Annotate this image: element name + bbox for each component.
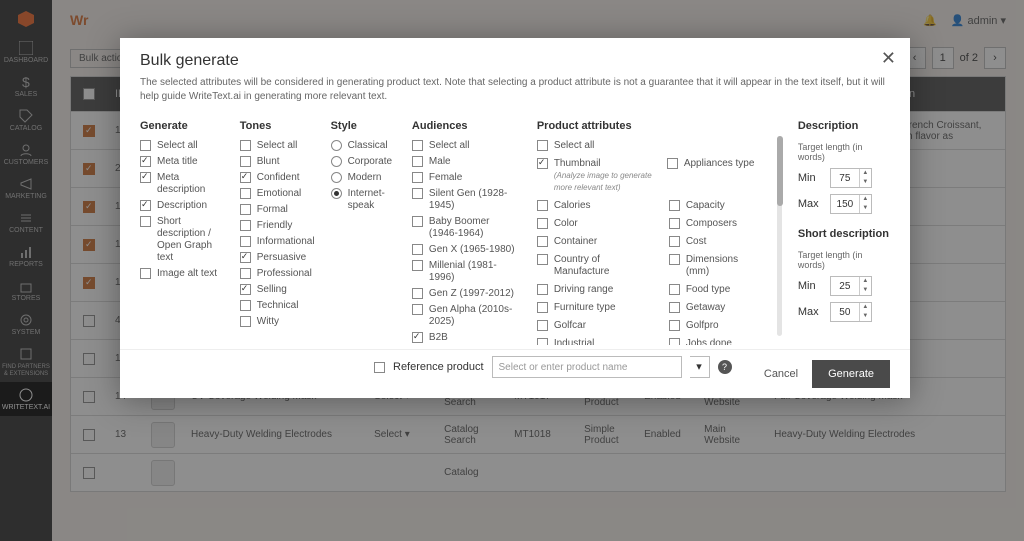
option-confident[interactable]: Confident [240, 170, 315, 186]
option-industrial[interactable]: Industrial [537, 336, 657, 345]
short-desc-heading: Short description [798, 228, 890, 240]
option-select-all[interactable]: Select all [412, 138, 521, 154]
target-length-label: Target length (in words) [798, 142, 890, 162]
stepper-up[interactable]: ▲ [860, 277, 871, 286]
description-heading: Description [798, 120, 890, 132]
stepper-down[interactable]: ▼ [860, 286, 871, 295]
option-modern[interactable]: Modern [331, 170, 396, 186]
option-calories[interactable]: Calories [537, 198, 657, 214]
option-food-type[interactable]: Food type [669, 282, 754, 298]
option-description[interactable]: Description [140, 198, 224, 214]
option-getaway[interactable]: Getaway [669, 300, 754, 316]
help-icon[interactable]: ? [718, 360, 732, 374]
attr-appliances-type[interactable]: Appliances type [667, 156, 757, 172]
bulk-generate-modal: ✕ Bulk generate The selected attributes … [120, 38, 910, 398]
short-max-input[interactable]: 50▲▼ [830, 302, 872, 322]
option-gen-alpha-2010s-2025-[interactable]: Gen Alpha (2010s-2025) [412, 302, 521, 330]
audiences-column: Audiences Select allMaleFemaleSilent Gen… [412, 120, 521, 345]
close-icon[interactable]: ✕ [881, 48, 896, 69]
short-target-label: Target length (in words) [798, 250, 890, 270]
option-b2b[interactable]: B2B [412, 330, 521, 346]
option-selling[interactable]: Selling [240, 282, 315, 298]
option-millenial-1981-1996-[interactable]: Millenial (1981-1996) [412, 258, 521, 286]
tones-column: Tones Select allBluntConfidentEmotionalF… [240, 120, 315, 345]
generate-heading: Generate [140, 120, 224, 132]
modal-title: Bulk generate [140, 52, 890, 70]
audiences-heading: Audiences [412, 120, 521, 132]
attrs-select-all[interactable]: Select all [537, 138, 757, 154]
stepper-up[interactable]: ▲ [860, 169, 871, 178]
description-column: Description Target length (in words) Min… [798, 120, 890, 345]
option-blunt[interactable]: Blunt [240, 154, 315, 170]
option-male[interactable]: Male [412, 154, 521, 170]
option-capacity[interactable]: Capacity [669, 198, 754, 214]
option-female[interactable]: Female [412, 170, 521, 186]
option-meta-description[interactable]: Meta description [140, 170, 224, 198]
style-heading: Style [331, 120, 396, 132]
attr-thumbnail[interactable]: Thumbnail(Analyze image to generate more… [537, 156, 657, 196]
generate-button[interactable]: Generate [812, 360, 890, 388]
option-professional[interactable]: Professional [240, 266, 315, 282]
option-furniture-type[interactable]: Furniture type [537, 300, 657, 316]
option-baby-boomer-1946-1964-[interactable]: Baby Boomer (1946-1964) [412, 214, 521, 242]
option-driving-range[interactable]: Driving range [537, 282, 657, 298]
attributes-column: Product attributes Select all Thumbnail(… [537, 120, 757, 345]
option-classical[interactable]: Classical [331, 138, 396, 154]
option-corporate[interactable]: Corporate [331, 154, 396, 170]
option-witty[interactable]: Witty [240, 314, 315, 330]
option-formal[interactable]: Formal [240, 202, 315, 218]
option-country-of-manufacture[interactable]: Country of Manufacture [537, 252, 657, 280]
stepper-up[interactable]: ▲ [860, 195, 871, 204]
option-silent-gen-1928-1945-[interactable]: Silent Gen (1928-1945) [412, 186, 521, 214]
option-golfpro[interactable]: Golfpro [669, 318, 754, 334]
attributes-heading: Product attributes [537, 120, 757, 132]
min-label: Min [798, 172, 822, 184]
stepper-down[interactable]: ▼ [860, 312, 871, 321]
option-container[interactable]: Container [537, 234, 657, 250]
option-gen-z-1997-2012-[interactable]: Gen Z (1997-2012) [412, 286, 521, 302]
reference-product-row: Reference product Select or enter produc… [374, 356, 732, 378]
option-friendly[interactable]: Friendly [240, 218, 315, 234]
short-min-input[interactable]: 25▲▼ [830, 276, 872, 296]
reference-product-select[interactable]: Select or enter product name [492, 356, 682, 378]
option-technical[interactable]: Technical [240, 298, 315, 314]
modal-description: The selected attributes will be consider… [140, 76, 890, 104]
option-short-description-open-graph-text[interactable]: Short description / Open Graph text [140, 214, 224, 266]
tones-heading: Tones [240, 120, 315, 132]
option-cost[interactable]: Cost [669, 234, 754, 250]
cancel-button[interactable]: Cancel [764, 368, 798, 380]
stepper-up[interactable]: ▲ [860, 303, 871, 312]
desc-max-input[interactable]: 150▲▼ [830, 194, 872, 214]
option-composers[interactable]: Composers [669, 216, 754, 232]
stepper-down[interactable]: ▼ [860, 204, 871, 213]
reference-product-label: Reference product [393, 361, 484, 373]
option-color[interactable]: Color [537, 216, 657, 232]
option-persuasive[interactable]: Persuasive [240, 250, 315, 266]
option-meta-title[interactable]: Meta title [140, 154, 224, 170]
option-select-all[interactable]: Select all [140, 138, 224, 154]
option-golfcar[interactable]: Golfcar [537, 318, 657, 334]
option-select-all[interactable]: Select all [240, 138, 315, 154]
option-jobs-done[interactable]: Jobs done [669, 336, 754, 345]
option-emotional[interactable]: Emotional [240, 186, 315, 202]
stepper-down[interactable]: ▼ [860, 178, 871, 187]
option-internet-speak[interactable]: Internet-speak [331, 186, 396, 214]
attributes-scrollbar[interactable] [777, 136, 782, 336]
option-gen-x-1965-1980-[interactable]: Gen X (1965-1980) [412, 242, 521, 258]
reference-product-checkbox[interactable] [374, 362, 385, 373]
style-column: Style ClassicalCorporateModernInternet-s… [331, 120, 396, 345]
max-label: Max [798, 198, 822, 210]
option-informational[interactable]: Informational [240, 234, 315, 250]
option-dimensions-mm-[interactable]: Dimensions (mm) [669, 252, 754, 280]
option-image-alt-text[interactable]: Image alt text [140, 266, 224, 282]
desc-min-input[interactable]: 75▲▼ [830, 168, 872, 188]
generate-column: Generate Select allMeta titleMeta descri… [140, 120, 224, 345]
reference-product-dropdown-button[interactable]: ▾ [690, 356, 710, 378]
